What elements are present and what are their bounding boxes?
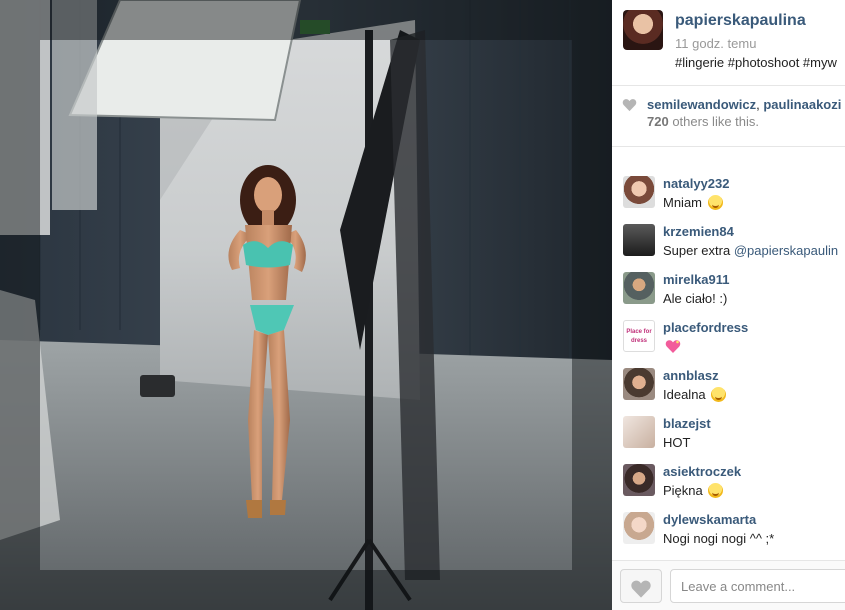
comment-text — [663, 339, 681, 354]
comment-item: blazejst HOT — [612, 413, 845, 461]
commenter-avatar[interactable]: Place for dress — [623, 320, 655, 352]
comment-text: Idealna — [663, 387, 727, 402]
comment-text-content: Super extra — [663, 243, 734, 258]
mention-link[interactable]: @papierskapaulin — [734, 243, 838, 258]
comment-item: mirelka911 Ale ciało! :) — [612, 269, 845, 317]
likes-count-suffix: others like this. — [668, 114, 760, 129]
heart-eyes-emoji-icon — [708, 483, 724, 498]
post-photo[interactable] — [0, 0, 612, 610]
likes-count[interactable]: 720 others like this. — [647, 114, 759, 129]
comment-text: Ale ciało! :) — [663, 291, 728, 306]
comment-item: dylewskamarta Nogi nogi nogi ^^ ;* — [612, 509, 845, 557]
commenter-avatar[interactable] — [623, 272, 655, 304]
comment-text: HOT — [663, 435, 691, 450]
commenter-username[interactable]: dylewskamarta — [663, 512, 756, 527]
commenter-avatar[interactable] — [623, 512, 655, 544]
commenter-avatar[interactable] — [623, 224, 655, 256]
comment-item: asiektroczek Piękna — [612, 461, 845, 509]
commenter-username[interactable]: placefordress — [663, 320, 748, 335]
comment-item: krzemien84 Super extra @papierskapaulin — [612, 221, 845, 269]
post-header: papierskapaulina 11 godz. temu #lingerie… — [612, 0, 845, 86]
like-button[interactable] — [620, 569, 662, 603]
commenter-username[interactable]: mirelka911 — [663, 272, 730, 287]
commenter-avatar[interactable] — [623, 416, 655, 448]
comment-text-content: Idealna — [663, 387, 710, 402]
photo-scene — [0, 0, 612, 610]
smile-emoji-icon — [711, 387, 727, 402]
post-sidebar: papierskapaulina 11 godz. temu #lingerie… — [612, 0, 845, 610]
comment-text: Mniam — [663, 195, 723, 210]
comment-item: natalyy232 Mniam — [612, 173, 845, 221]
commenter-username[interactable]: asiektroczek — [663, 464, 741, 479]
liker-link-2[interactable]: paulinaakozi — [763, 97, 841, 112]
commenter-avatar[interactable] — [623, 464, 655, 496]
commenter-username[interactable]: annblasz — [663, 368, 719, 383]
comment-text-content: Piękna — [663, 483, 707, 498]
liker-link-1[interactable]: semilewandowicz — [647, 97, 756, 112]
post-timestamp[interactable]: 11 godz. temu — [675, 36, 756, 51]
likers-line: semilewandowicz, paulinaakozi — [647, 97, 841, 112]
commenter-username[interactable]: blazejst — [663, 416, 711, 431]
likes-section: semilewandowicz, paulinaakozi 720 others… — [612, 87, 845, 147]
comment-item: annblasz Idealna — [612, 365, 845, 413]
comment-item: Place for dress placefordress — [612, 317, 845, 365]
comment-text: Nogi nogi nogi ^^ ;* — [663, 531, 775, 546]
comment-text: Super extra @papierskapaulin — [663, 243, 838, 258]
owner-avatar[interactable] — [623, 10, 663, 50]
owner-username-link[interactable]: papierskapaulina — [675, 12, 806, 30]
smile-emoji-icon — [707, 195, 723, 210]
commenter-username[interactable]: natalyy232 — [663, 176, 730, 191]
likes-count-number: 720 — [647, 114, 669, 129]
post-caption[interactable]: #lingerie #photoshoot #myw — [675, 55, 837, 70]
commenter-avatar[interactable] — [623, 176, 655, 208]
comment-footer — [612, 560, 845, 610]
sparkling-heart-emoji-icon — [665, 340, 681, 353]
comment-text: Piękna — [663, 483, 724, 498]
heart-icon — [631, 580, 651, 598]
heart-icon — [622, 99, 637, 112]
commenter-username[interactable]: krzemien84 — [663, 224, 734, 239]
comment-input[interactable] — [670, 569, 845, 603]
comment-text-content: Mniam — [663, 195, 706, 210]
commenter-avatar[interactable] — [623, 368, 655, 400]
